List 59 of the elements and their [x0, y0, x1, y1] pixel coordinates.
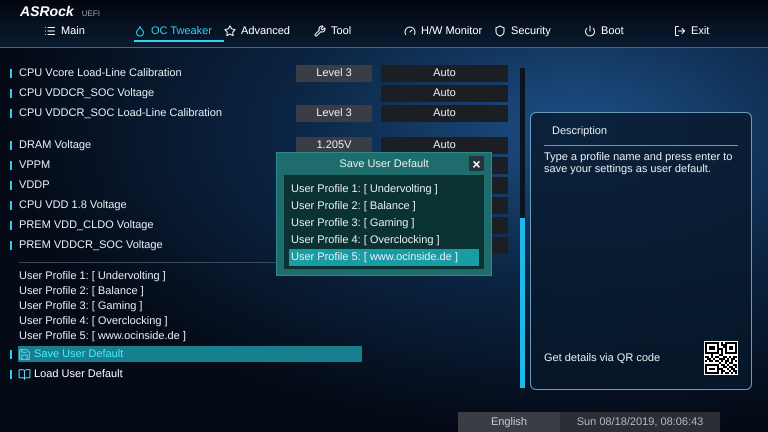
- auto-value[interactable]: Auto: [381, 64, 508, 82]
- power-icon: [584, 25, 596, 37]
- qr-code-icon: [704, 341, 738, 375]
- shield-icon: [494, 25, 506, 37]
- profile-entry[interactable]: User Profile 1: [ Undervolting ]: [19, 269, 520, 284]
- language-button[interactable]: English: [458, 412, 560, 432]
- menu-action[interactable]: Load User Default: [18, 366, 362, 382]
- auto-value[interactable]: Auto: [381, 104, 508, 122]
- brand-subtitle: UEFI: [82, 10, 100, 18]
- bullet-marker: [10, 108, 12, 118]
- bullet-marker: [10, 140, 12, 150]
- setting-label[interactable]: DRAM Voltage: [19, 136, 296, 154]
- setting-value[interactable]: 1.205V: [296, 136, 372, 154]
- nav-tab[interactable]: Boot: [584, 22, 674, 42]
- description-title: Description: [544, 123, 738, 146]
- setting-label[interactable]: CPU VDDCR_SOC Voltage: [19, 84, 296, 102]
- wrench-icon: [314, 25, 326, 37]
- qr-caption: Get details via QR code: [544, 350, 660, 366]
- nav-tab[interactable]: H/W Monitor: [404, 22, 494, 42]
- setting-value[interactable]: Level 3: [296, 64, 372, 82]
- nav-tab[interactable]: Main: [44, 22, 134, 42]
- bullet-marker: [10, 240, 12, 250]
- dialog-title: Save User Default: [339, 156, 429, 172]
- nav-tab[interactable]: Security: [494, 22, 584, 42]
- nav-tab[interactable]: Advanced: [224, 22, 314, 42]
- droplet-icon: [134, 25, 146, 37]
- setting-label[interactable]: CPU Vcore Load-Line Calibration: [19, 64, 296, 82]
- scrollbar[interactable]: [520, 68, 525, 398]
- profile-entry[interactable]: User Profile 5: [ www.ocinside.de ]: [19, 329, 520, 344]
- dialog-profile-item[interactable]: User Profile 1: [ Undervolting ]: [289, 181, 479, 198]
- bullet-marker: [10, 160, 12, 170]
- close-button[interactable]: ×: [469, 156, 484, 171]
- date-time: Sun 08/18/2019, 08:06:43: [560, 412, 720, 432]
- profile-entry[interactable]: User Profile 2: [ Balance ]: [19, 284, 520, 299]
- bullet-marker: [10, 68, 12, 78]
- bullet-marker: [10, 350, 12, 358]
- bullet-marker: [10, 180, 12, 190]
- star-icon: [224, 25, 236, 37]
- setting-label[interactable]: CPU VDDCR_SOC Load-Line Calibration: [19, 104, 296, 122]
- brand-logo: ASRock: [20, 4, 74, 18]
- profile-entry[interactable]: User Profile 4: [ Overclocking ]: [19, 314, 520, 329]
- bullet-marker: [10, 370, 12, 378]
- dialog-profile-item[interactable]: User Profile 3: [ Gaming ]: [289, 215, 479, 232]
- setting-value[interactable]: Level 3: [296, 104, 372, 122]
- bullet-marker: [10, 220, 12, 230]
- bullet-marker: [10, 200, 12, 210]
- dialog-profile-item[interactable]: User Profile 2: [ Balance ]: [289, 198, 479, 215]
- book-icon: [18, 368, 31, 380]
- nav-tab[interactable]: Tool: [314, 22, 404, 42]
- exit-door-icon: [674, 25, 686, 37]
- auto-value[interactable]: Auto: [381, 84, 508, 102]
- auto-value[interactable]: Auto: [381, 136, 508, 154]
- nav-tab[interactable]: OC Tweaker: [134, 22, 224, 42]
- dialog-profile-item[interactable]: User Profile 4: [ Overclocking ]: [289, 232, 479, 249]
- bullet-marker: [10, 88, 12, 98]
- gauge-icon: [404, 25, 416, 37]
- description-text: Type a profile name and press enter to save your settings as user default.: [544, 150, 734, 174]
- profile-entry[interactable]: User Profile 3: [ Gaming ]: [19, 299, 520, 314]
- nav-tab[interactable]: Exit: [674, 22, 764, 42]
